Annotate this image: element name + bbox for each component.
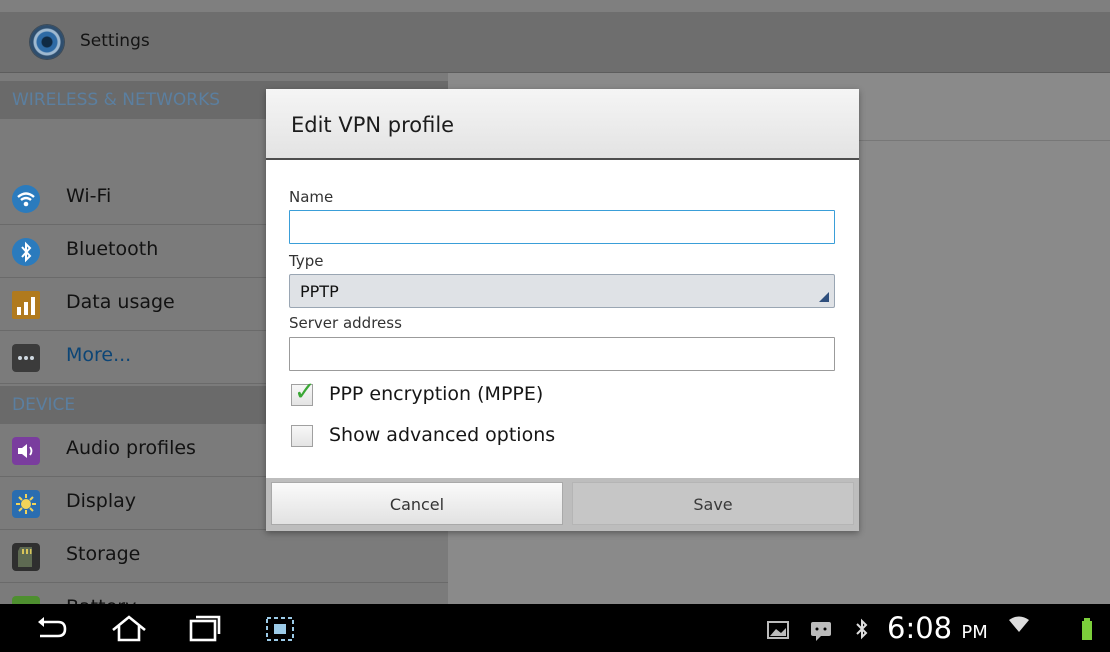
sidebar-item-label: Bluetooth bbox=[66, 238, 159, 260]
sidebar-item-label: Wi-Fi bbox=[66, 185, 112, 207]
gallery-notification-icon[interactable] bbox=[766, 612, 792, 646]
save-button[interactable]: Save bbox=[572, 482, 854, 525]
data-usage-icon bbox=[12, 291, 40, 319]
sidebar-item-label: Battery bbox=[66, 596, 136, 604]
wifi-icon bbox=[12, 185, 40, 213]
dropdown-arrow-icon bbox=[819, 292, 829, 302]
sidebar-item-label: Storage bbox=[66, 543, 141, 565]
battery-status-icon bbox=[1079, 612, 1095, 646]
recent-apps-icon[interactable] bbox=[185, 612, 225, 646]
checkmark-icon: ✓ bbox=[294, 377, 316, 407]
settings-gear-icon bbox=[30, 25, 64, 59]
back-icon[interactable] bbox=[32, 612, 72, 646]
battery-icon bbox=[12, 596, 40, 604]
server-address-label: Server address bbox=[289, 314, 402, 332]
sidebar-item-storage[interactable]: Storage bbox=[0, 530, 448, 583]
home-icon[interactable] bbox=[109, 612, 149, 646]
storage-icon bbox=[12, 543, 40, 571]
ppp-encryption-label: PPP encryption (MPPE) bbox=[329, 383, 544, 405]
name-input[interactable] bbox=[289, 210, 835, 244]
show-advanced-checkbox[interactable] bbox=[291, 425, 313, 447]
clock-ampm: PM bbox=[961, 622, 988, 643]
sidebar-item-label: Data usage bbox=[66, 291, 175, 313]
sidebar-item-label: Audio profiles bbox=[66, 437, 196, 459]
screenshot-icon[interactable] bbox=[263, 612, 303, 646]
dialog-button-bar: Cancel Save bbox=[266, 478, 859, 531]
server-address-input[interactable] bbox=[289, 337, 835, 371]
message-notification-icon[interactable] bbox=[808, 612, 834, 646]
edit-vpn-dialog: Edit VPN profile Name Type PPTP Server a… bbox=[266, 89, 859, 531]
sidebar-item-label: Display bbox=[66, 490, 137, 512]
type-label: Type bbox=[289, 252, 324, 270]
type-select-value: PPTP bbox=[300, 282, 339, 301]
dialog-header: Edit VPN profile bbox=[266, 89, 859, 160]
display-icon bbox=[12, 490, 40, 518]
bluetooth-icon bbox=[12, 238, 40, 266]
sidebar-item-label: More... bbox=[66, 344, 132, 366]
action-bar: Settings bbox=[0, 12, 1110, 73]
bluetooth-status-icon bbox=[852, 612, 872, 646]
show-advanced-row[interactable]: Show advanced options bbox=[291, 423, 611, 453]
dialog-title: Edit VPN profile bbox=[291, 113, 455, 137]
status-clock: 6:08 PM bbox=[887, 611, 988, 645]
ppp-encryption-checkbox[interactable]: ✓ bbox=[291, 377, 316, 407]
more-icon bbox=[12, 344, 40, 372]
wifi-status-icon bbox=[1005, 612, 1033, 646]
app-title: Settings bbox=[80, 31, 150, 51]
name-label: Name bbox=[289, 188, 334, 206]
audio-icon bbox=[12, 437, 40, 465]
show-advanced-label: Show advanced options bbox=[329, 424, 556, 446]
type-select[interactable]: PPTP bbox=[289, 274, 835, 308]
system-bar: 6:08 PM bbox=[0, 604, 1110, 652]
ppp-encryption-row[interactable]: ✓ PPP encryption (MPPE) bbox=[291, 377, 611, 412]
sidebar-item-battery[interactable]: Battery bbox=[0, 583, 448, 604]
clock-time: 6:08 bbox=[887, 611, 953, 645]
cancel-button[interactable]: Cancel bbox=[271, 482, 563, 525]
